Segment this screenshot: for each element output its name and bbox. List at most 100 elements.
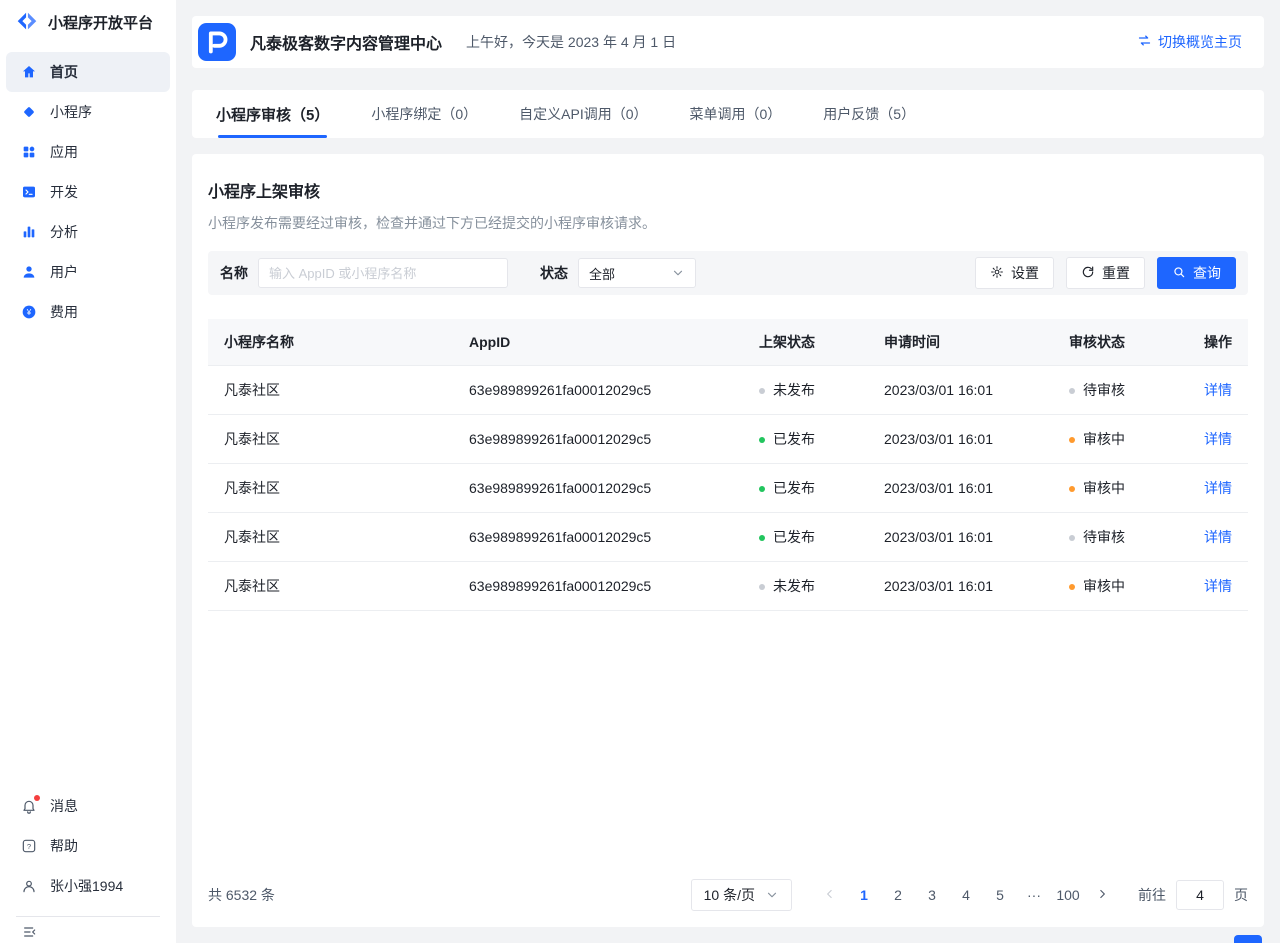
cell-appid: 63e989899261fa00012029c5: [453, 366, 743, 415]
username: 张小强1994: [50, 876, 123, 896]
sidebar-item-label: 开发: [50, 182, 78, 202]
cell-review-status: 待审核: [1053, 513, 1178, 562]
details-link[interactable]: 详情: [1204, 480, 1232, 496]
status-label: 已发布: [773, 480, 815, 496]
sidebar-item-label: 小程序: [50, 102, 92, 122]
page-number-5[interactable]: 5: [986, 881, 1014, 909]
chevron-right-icon: [1095, 887, 1109, 904]
col-appid: AppID: [453, 319, 743, 366]
next-page-button[interactable]: [1088, 881, 1116, 909]
sidebar-item-label: 消息: [50, 796, 78, 816]
details-link[interactable]: 详情: [1204, 529, 1232, 545]
sidebar-item-help[interactable]: ? 帮助: [6, 826, 170, 866]
details-link[interactable]: 详情: [1204, 382, 1232, 398]
filter-bar: 名称 状态 全部 设置: [208, 251, 1248, 295]
col-name: 小程序名称: [208, 319, 453, 366]
cell-publish-status: 未发布: [743, 562, 868, 611]
sidebar-item-label: 应用: [50, 142, 78, 162]
page-ellipsis[interactable]: ···: [1020, 881, 1048, 909]
appid-search-input[interactable]: [258, 258, 508, 288]
status-dot: [1069, 486, 1075, 492]
status-label: 已发布: [773, 431, 815, 447]
status-select[interactable]: 全部: [578, 258, 696, 288]
page-title: 凡泰极客数字内容管理中心: [250, 30, 442, 54]
settings-label: 设置: [1011, 263, 1039, 283]
svg-text:?: ?: [27, 842, 31, 851]
col-publish-status: 上架状态: [743, 319, 868, 366]
status-dot: [759, 437, 765, 443]
reset-button[interactable]: 重置: [1066, 257, 1145, 289]
floating-button-partial[interactable]: [1234, 935, 1262, 943]
page-number-100[interactable]: 100: [1054, 881, 1082, 909]
tab-user-feedback[interactable]: 用户反馈（5）: [823, 90, 915, 138]
table-row: 凡泰社区 63e989899261fa00012029c5 未发布 2023/0…: [208, 562, 1248, 611]
cell-publish-status: 已发布: [743, 415, 868, 464]
cell-appid: 63e989899261fa00012029c5: [453, 562, 743, 611]
tab-miniapp-review[interactable]: 小程序审核（5）: [216, 90, 329, 138]
miniapp-diamond-icon: [20, 103, 38, 121]
cell-actions: 详情: [1178, 513, 1248, 562]
sidebar-item-users[interactable]: 用户: [6, 252, 170, 292]
sidebar-item-miniapp[interactable]: 小程序: [6, 92, 170, 132]
page-number-4[interactable]: 4: [952, 881, 980, 909]
app-window: 小程序开放平台 首页 小程序 应用: [0, 0, 1280, 943]
apps-grid-icon: [20, 143, 38, 161]
goto-suffix: 页: [1234, 885, 1248, 905]
cell-apply-time: 2023/03/01 16:01: [868, 366, 1053, 415]
sidebar-item-account[interactable]: 张小强1994: [6, 866, 170, 906]
tab-label: 小程序审核（5）: [216, 104, 329, 125]
status-dot: [1069, 437, 1075, 443]
settings-button[interactable]: 设置: [975, 257, 1054, 289]
svg-text:¥: ¥: [26, 308, 32, 317]
help-icon: ?: [20, 837, 38, 855]
sidebar-item-home[interactable]: 首页: [6, 52, 170, 92]
table-row: 凡泰社区 63e989899261fa00012029c5 已发布 2023/0…: [208, 415, 1248, 464]
review-panel: 小程序上架审核 小程序发布需要经过审核，检查并通过下方已经提交的小程序审核请求。…: [192, 154, 1264, 927]
sidebar-item-label: 首页: [50, 62, 78, 82]
page-number-3[interactable]: 3: [918, 881, 946, 909]
cell-name: 凡泰社区: [208, 562, 453, 611]
switch-overview-link[interactable]: 切换概览主页: [1137, 32, 1242, 52]
table-row: 凡泰社区 63e989899261fa00012029c5 已发布 2023/0…: [208, 513, 1248, 562]
sidebar-item-analytics[interactable]: 分析: [6, 212, 170, 252]
gear-icon: [990, 265, 1004, 282]
sidebar-item-label: 分析: [50, 222, 78, 242]
page-size-select[interactable]: 10 条/页: [691, 879, 792, 911]
filter-actions: 设置 重置 查询: [975, 257, 1236, 289]
brand-logo-icon: [14, 9, 40, 35]
goto-page-input[interactable]: [1176, 880, 1224, 910]
tab-label: 用户反馈（5）: [823, 104, 915, 124]
details-link[interactable]: 详情: [1204, 578, 1232, 594]
cell-apply-time: 2023/03/01 16:01: [868, 415, 1053, 464]
tab-custom-api[interactable]: 自定义API调用（0）: [519, 90, 647, 138]
tab-menu-calls[interactable]: 菜单调用（0）: [690, 90, 782, 138]
col-actions: 操作: [1178, 319, 1248, 366]
query-button[interactable]: 查询: [1157, 257, 1236, 289]
cell-name: 凡泰社区: [208, 415, 453, 464]
status-label: 待审核: [1083, 382, 1125, 398]
cell-apply-time: 2023/03/01 16:01: [868, 513, 1053, 562]
cell-actions: 详情: [1178, 366, 1248, 415]
sidebar-item-fees[interactable]: ¥ 费用: [6, 292, 170, 332]
pagination-controls: 10 条/页 1 2 3 4 5 ··· 100: [691, 879, 1248, 911]
page-number-2[interactable]: 2: [884, 881, 912, 909]
users-icon: [20, 263, 38, 281]
status-filter-label: 状态: [540, 263, 568, 283]
details-link[interactable]: 详情: [1204, 431, 1232, 447]
cell-actions: 详情: [1178, 415, 1248, 464]
status-label: 待审核: [1083, 529, 1125, 545]
tab-miniapp-binding[interactable]: 小程序绑定（0）: [371, 90, 477, 138]
status-dot: [759, 486, 765, 492]
sidebar-item-dev[interactable]: 开发: [6, 172, 170, 212]
sidebar-item-label: 帮助: [50, 836, 78, 856]
page-number-1[interactable]: 1: [850, 881, 878, 909]
sidebar-item-messages[interactable]: 消息: [6, 786, 170, 826]
collapse-sidebar-button[interactable]: [6, 917, 170, 943]
main-content: 凡泰极客数字内容管理中心 上午好，今天是 2023 年 4 月 1 日 切换概览…: [176, 0, 1280, 943]
table-header-row: 小程序名称 AppID 上架状态 申请时间 审核状态 操作: [208, 319, 1248, 366]
prev-page-button[interactable]: [816, 881, 844, 909]
sidebar-item-apps[interactable]: 应用: [6, 132, 170, 172]
swap-icon: [1137, 33, 1152, 51]
page-size-value: 10 条/页: [704, 885, 755, 905]
cell-publish-status: 已发布: [743, 464, 868, 513]
